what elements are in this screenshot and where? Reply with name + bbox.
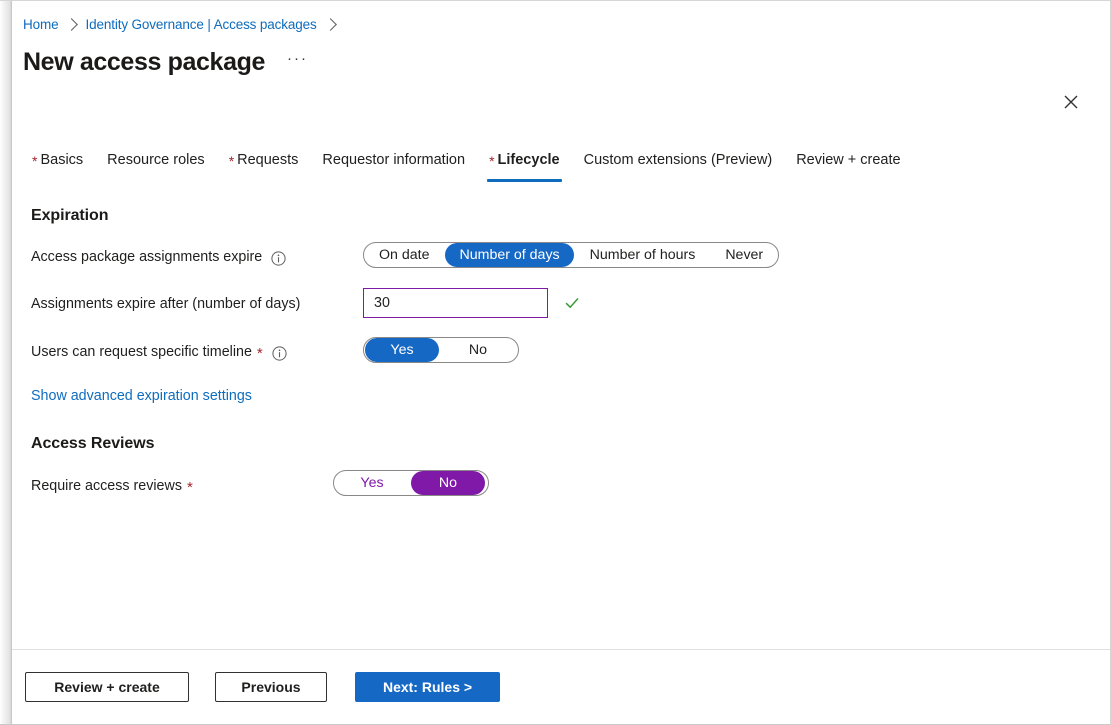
segment-option-never[interactable]: Never [711, 243, 777, 267]
info-icon[interactable] [271, 251, 286, 266]
toggle-users-can-request-specific-timeline[interactable]: Yes No [363, 337, 519, 363]
segment-option-number-of-hours[interactable]: Number of hours [576, 243, 710, 267]
label-assignments-expire-after: Assignments expire after (number of days… [31, 293, 300, 315]
toggle-option-no[interactable]: No [411, 471, 485, 495]
segmented-assignments-expire[interactable]: On date Number of days Number of hours N… [363, 242, 779, 268]
field-label-text: Require access reviews [31, 478, 182, 494]
footer-button-group: Review + create Previous Next: Rules > [25, 672, 500, 702]
section-heading-access-reviews: Access Reviews [31, 435, 154, 453]
review-create-button[interactable]: Review + create [25, 672, 189, 702]
required-asterisk: * [257, 346, 263, 361]
info-icon[interactable] [272, 346, 287, 361]
checkmark-icon [564, 295, 580, 311]
label-users-can-request-specific-timeline: Users can request specific timeline * [31, 341, 287, 363]
blade-panel: Home Identity Governance | Access packag… [0, 0, 1111, 725]
toggle-option-yes[interactable]: Yes [365, 338, 439, 362]
show-advanced-expiration-settings-link[interactable]: Show advanced expiration settings [31, 388, 252, 404]
segment-option-number-of-days[interactable]: Number of days [445, 243, 573, 267]
toggle-option-yes[interactable]: Yes [335, 471, 409, 495]
section-heading-expiration: Expiration [31, 207, 108, 225]
lifecycle-form: Expiration Access package assignments ex… [0, 1, 1111, 649]
field-label-text: Access package assignments expire [31, 249, 262, 265]
field-label-text: Users can request specific timeline [31, 344, 252, 360]
expire-after-days-input[interactable] [374, 290, 558, 316]
next-rules-button[interactable]: Next: Rules > [355, 672, 500, 702]
toggle-require-access-reviews[interactable]: Yes No [333, 470, 489, 496]
segment-option-on-date[interactable]: On date [365, 243, 443, 267]
blade-left-edge [11, 1, 12, 725]
field-label-text: Assignments expire after (number of days… [31, 296, 300, 312]
footer-bar: Review + create Previous Next: Rules > [0, 650, 1111, 725]
previous-button[interactable]: Previous [215, 672, 327, 702]
label-require-access-reviews: Require access reviews * [31, 475, 193, 497]
toggle-option-no[interactable]: No [441, 338, 515, 362]
label-access-package-assignments-expire: Access package assignments expire [31, 246, 286, 268]
required-asterisk: * [187, 480, 193, 495]
expire-after-days-field[interactable] [363, 288, 548, 318]
